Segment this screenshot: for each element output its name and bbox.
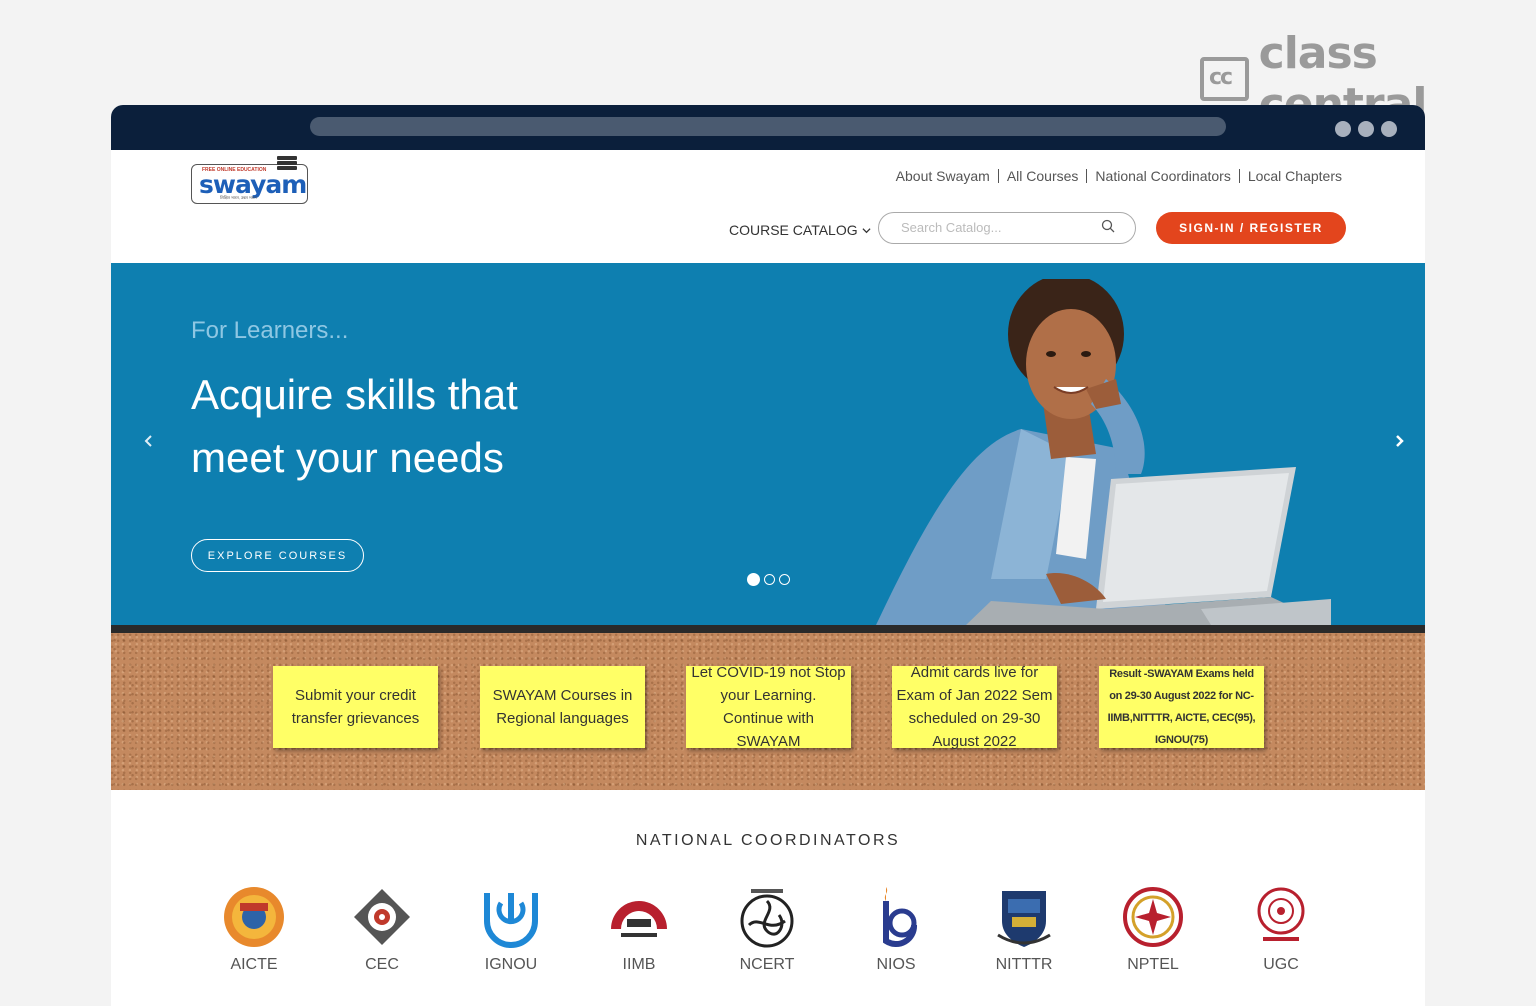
top-nav: About Swayam All Courses National Coordi… [888,169,1342,183]
signin-register-button[interactable]: SIGN-IN / REGISTER [1156,212,1346,244]
search-box [878,212,1136,244]
browser-window: FREE ONLINE EDUCATION swayam शिक्षित भार… [111,105,1425,1006]
hero-carousel: For Learners... Acquire skills that meet… [111,263,1425,625]
coordinator-aicte[interactable]: AICTE [209,885,299,974]
swayam-logo[interactable]: FREE ONLINE EDUCATION swayam शिक्षित भार… [191,156,308,204]
ignou-emblem-icon [484,893,538,948]
sticky-note[interactable]: Let COVID-19 not Stop your Learning. Con… [686,664,851,750]
nav-link-about[interactable]: About Swayam [888,169,999,183]
cec-emblem-icon [354,889,410,945]
aicte-emblem-icon [224,887,284,947]
coordinator-nptel[interactable]: NPTEL [1108,885,1198,974]
explore-courses-button[interactable]: EXPLORE COURSES [191,539,364,572]
nav-link-national-coordinators[interactable]: National Coordinators [1087,169,1240,183]
nitttr-emblem-icon [997,891,1051,947]
carousel-dot[interactable] [779,574,790,585]
divider-strip [111,625,1425,633]
ncert-emblem-icon [740,889,794,948]
browser-toolbar [111,105,1425,150]
coordinator-iimb[interactable]: IIMB [594,885,684,974]
carousel-prev-icon[interactable] [141,431,157,451]
carousel-indicators [747,573,790,586]
books-icon [277,156,297,170]
sticky-note[interactable]: Submit your credit transfer grievances [273,666,438,748]
national-coordinators-section: NATIONAL COORDINATORS AICTE CEC IGNOU II… [111,790,1425,1005]
section-heading: NATIONAL COORDINATORS [635,832,901,849]
iimb-emblem-icon [611,901,667,937]
hero-eyebrow: For Learners... [191,317,349,344]
chevron-down-icon [862,227,871,233]
search-icon[interactable] [1101,219,1115,233]
coordinator-nitttr[interactable]: NITTTR [979,885,1069,974]
search-input[interactable] [901,220,1091,235]
course-catalog-dropdown[interactable]: COURSE CATALOG [729,222,871,238]
coordinator-nios[interactable]: NIOS [851,885,941,974]
ugc-emblem-icon [1257,887,1305,941]
sticky-note[interactable]: SWAYAM Courses in Regional languages [480,666,645,748]
notice-board: Submit your credit transfer grievances S… [111,633,1425,790]
coordinator-ignou[interactable]: IGNOU [466,885,556,974]
nav-link-local-chapters[interactable]: Local Chapters [1240,169,1342,183]
site-header: FREE ONLINE EDUCATION swayam शिक्षित भार… [111,150,1425,263]
learner-with-laptop-image [876,279,1331,625]
coordinator-ncert[interactable]: NCERT [722,885,812,974]
nptel-emblem-icon [1123,887,1183,947]
window-menu-dots[interactable] [1335,121,1397,137]
sticky-note[interactable]: Admit cards live for Exam of Jan 2022 Se… [892,664,1057,750]
carousel-dot[interactable] [747,573,760,586]
url-bar[interactable] [310,117,1226,136]
carousel-next-icon[interactable] [1391,431,1407,451]
hero-title: Acquire skills that meet your needs [191,371,518,481]
coordinator-cec[interactable]: CEC [337,885,427,974]
coordinator-ugc[interactable]: UGC [1236,885,1326,974]
carousel-dot[interactable] [764,574,775,585]
cc-box-icon: cc [1200,57,1249,101]
nios-emblem-icon [883,887,918,948]
nav-link-all-courses[interactable]: All Courses [999,169,1088,183]
sticky-note[interactable]: Result -SWAYAM Exams held on 29-30 Augus… [1099,666,1264,748]
